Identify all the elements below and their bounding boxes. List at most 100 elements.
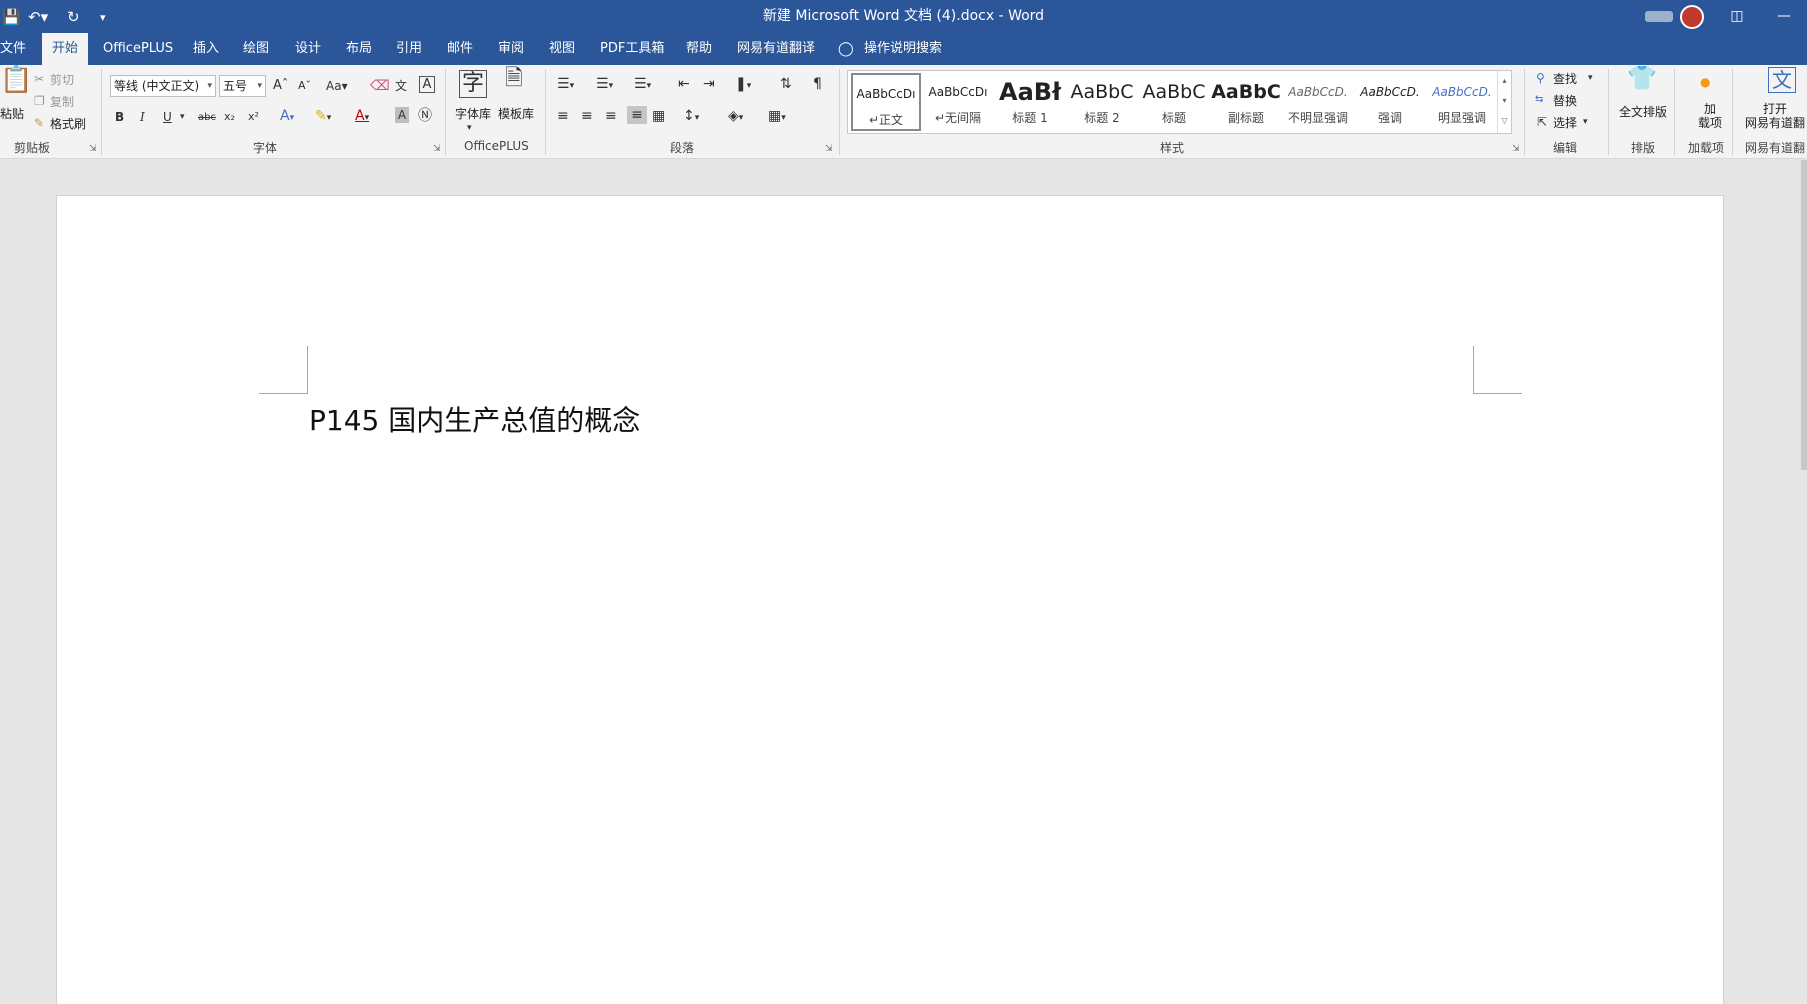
- chevron-down-icon[interactable]: ▾: [1583, 113, 1588, 131]
- cut-button[interactable]: 剪切: [50, 71, 74, 88]
- youdao-open-button[interactable]: 打开 网易有道翻: [1745, 102, 1805, 130]
- align-center-icon[interactable]: ≡: [581, 107, 593, 125]
- copy-button[interactable]: 复制: [50, 93, 74, 110]
- font-name-combo[interactable]: 等线 (中文正文) ▾: [110, 75, 216, 97]
- format-painter-button[interactable]: 格式刷: [50, 115, 86, 132]
- justify-icon[interactable]: ≡: [627, 106, 647, 124]
- paste-icon[interactable]: 📋: [0, 67, 32, 93]
- tab-draw[interactable]: 绘图: [243, 33, 269, 65]
- template-library-icon[interactable]: 🗎: [505, 68, 523, 90]
- underline-button[interactable]: U: [163, 108, 172, 126]
- chevron-down-icon[interactable]: ▾: [1498, 91, 1511, 111]
- style-heading-2[interactable]: AaBbC 标题 2: [1067, 73, 1137, 131]
- character-border-icon[interactable]: A: [419, 76, 435, 93]
- replace-icon[interactable]: ⇆: [1535, 91, 1543, 109]
- document-heading[interactable]: P145 国内生产总值的概念: [309, 399, 640, 439]
- change-case-icon[interactable]: Aa▾: [326, 77, 348, 95]
- align-left-icon[interactable]: ≡: [557, 107, 569, 125]
- style-heading-1[interactable]: AaBł 标题 1: [995, 73, 1065, 131]
- tab-layout[interactable]: 布局: [346, 33, 372, 65]
- lightbulb-icon[interactable]: ◯: [838, 33, 854, 65]
- show-marks-icon[interactable]: ¶: [813, 75, 822, 93]
- grow-font-icon[interactable]: Aˆ: [273, 77, 288, 95]
- highlight-icon[interactable]: ✎▾: [315, 107, 331, 127]
- tab-home[interactable]: 开始: [42, 33, 89, 65]
- style-subtle-emphasis[interactable]: AaBbCcD. 不明显强调: [1283, 73, 1353, 131]
- tab-mailings[interactable]: 邮件: [447, 33, 473, 65]
- translate-icon[interactable]: 文: [1768, 67, 1796, 93]
- gallery-scroll[interactable]: ▴ ▾ ▽: [1497, 71, 1511, 133]
- phonetic-guide-icon[interactable]: 文: [395, 77, 407, 95]
- full-layout-button[interactable]: 全文排版: [1619, 103, 1667, 120]
- tab-help[interactable]: 帮助: [686, 33, 712, 65]
- document-page[interactable]: P145 国内生产总值的概念: [56, 195, 1724, 1004]
- addins-button[interactable]: 加 载项: [1698, 102, 1722, 130]
- multilevel-list-icon[interactable]: ☰▾: [634, 75, 651, 95]
- cut-icon[interactable]: ✂: [34, 70, 44, 88]
- line-spacing-icon[interactable]: ↕▾: [683, 107, 699, 127]
- restore-icon[interactable]: ◫: [1714, 0, 1760, 33]
- bold-button[interactable]: B: [115, 108, 124, 126]
- tab-pdf-toolbox[interactable]: PDF工具箱: [600, 33, 664, 65]
- text-effects-icon[interactable]: A▾: [280, 107, 294, 127]
- tab-review[interactable]: 审阅: [498, 33, 524, 65]
- tab-officeplus[interactable]: OfficePLUS: [103, 33, 173, 65]
- distributed-icon[interactable]: ▦: [652, 107, 665, 125]
- style-subtitle[interactable]: AaBbC 副标题: [1211, 73, 1281, 131]
- style-no-spacing[interactable]: AaBbCcDı ↵无间隔: [923, 73, 993, 131]
- increase-indent-icon[interactable]: ⇥: [703, 75, 715, 93]
- tab-view[interactable]: 视图: [549, 33, 575, 65]
- minimize-icon[interactable]: —: [1761, 0, 1807, 33]
- tell-me-search[interactable]: 操作说明搜索: [864, 33, 942, 65]
- borders-icon[interactable]: ▦▾: [768, 107, 786, 127]
- copy-icon[interactable]: ❐: [34, 92, 45, 110]
- bullets-icon[interactable]: ☰▾: [557, 75, 574, 95]
- tab-file[interactable]: 文件: [0, 33, 26, 65]
- shrink-font-icon[interactable]: Aˇ: [298, 77, 311, 95]
- select-icon[interactable]: ⇱: [1537, 113, 1547, 131]
- vertical-scrollbar[interactable]: [1801, 160, 1807, 470]
- clipboard-launcher-icon[interactable]: ⇲: [89, 144, 97, 154]
- numbering-icon[interactable]: ☰▾: [596, 75, 613, 95]
- decrease-indent-icon[interactable]: ⇤: [678, 75, 690, 93]
- font-launcher-icon[interactable]: ⇲: [433, 144, 441, 154]
- font-library-button[interactable]: 字体库: [455, 105, 491, 122]
- character-shading-icon[interactable]: A: [395, 107, 409, 123]
- italic-button[interactable]: I: [140, 108, 145, 126]
- style-emphasis[interactable]: AaBbCcD. 强调: [1355, 73, 1425, 131]
- full-layout-icon[interactable]: 👕: [1627, 66, 1657, 90]
- template-library-button[interactable]: 模板库: [498, 105, 534, 122]
- style-normal[interactable]: AaBbCcDı ↵正文: [851, 73, 921, 131]
- format-painter-icon[interactable]: ✎: [34, 114, 44, 132]
- find-icon[interactable]: ⚲: [1536, 69, 1545, 87]
- paragraph-launcher-icon[interactable]: ⇲: [825, 144, 833, 154]
- font-library-icon[interactable]: 字: [459, 70, 487, 98]
- find-button[interactable]: 查找: [1553, 70, 1577, 87]
- style-intense-emphasis[interactable]: AaBbCcD. 明显强调: [1427, 73, 1497, 131]
- more-icon[interactable]: ▽: [1498, 111, 1511, 131]
- chevron-up-icon[interactable]: ▴: [1498, 71, 1511, 91]
- font-size-combo[interactable]: 五号 ▾: [219, 75, 266, 97]
- subscript-button[interactable]: x₂: [224, 108, 235, 126]
- style-title[interactable]: AaBbC 标题: [1139, 73, 1209, 131]
- superscript-button[interactable]: x²: [248, 108, 259, 126]
- tab-design[interactable]: 设计: [295, 33, 321, 65]
- chevron-down-icon[interactable]: ▾: [180, 108, 185, 126]
- align-right-icon[interactable]: ≡: [605, 107, 617, 125]
- enclose-characters-icon[interactable]: Ⓝ: [418, 107, 432, 125]
- chevron-down-icon[interactable]: ▾: [1588, 69, 1593, 87]
- avatar[interactable]: [1680, 5, 1704, 29]
- tab-references[interactable]: 引用: [396, 33, 422, 65]
- replace-button[interactable]: 替换: [1553, 92, 1577, 109]
- sort-icon[interactable]: ⇅: [780, 75, 792, 93]
- clear-format-icon[interactable]: ⌫: [370, 77, 390, 95]
- paste-button[interactable]: 粘贴: [0, 105, 24, 122]
- chevron-down-icon[interactable]: ▾: [467, 119, 472, 137]
- shading-icon[interactable]: ◈▾: [728, 107, 743, 127]
- strikethrough-button[interactable]: abc: [198, 109, 216, 127]
- font-color-icon[interactable]: A▾: [355, 107, 369, 127]
- chinese-layout-icon[interactable]: ❚▾: [735, 75, 751, 95]
- tab-insert[interactable]: 插入: [193, 33, 219, 65]
- tab-youdao[interactable]: 网易有道翻译: [737, 33, 815, 65]
- styles-launcher-icon[interactable]: ⇲: [1512, 144, 1520, 154]
